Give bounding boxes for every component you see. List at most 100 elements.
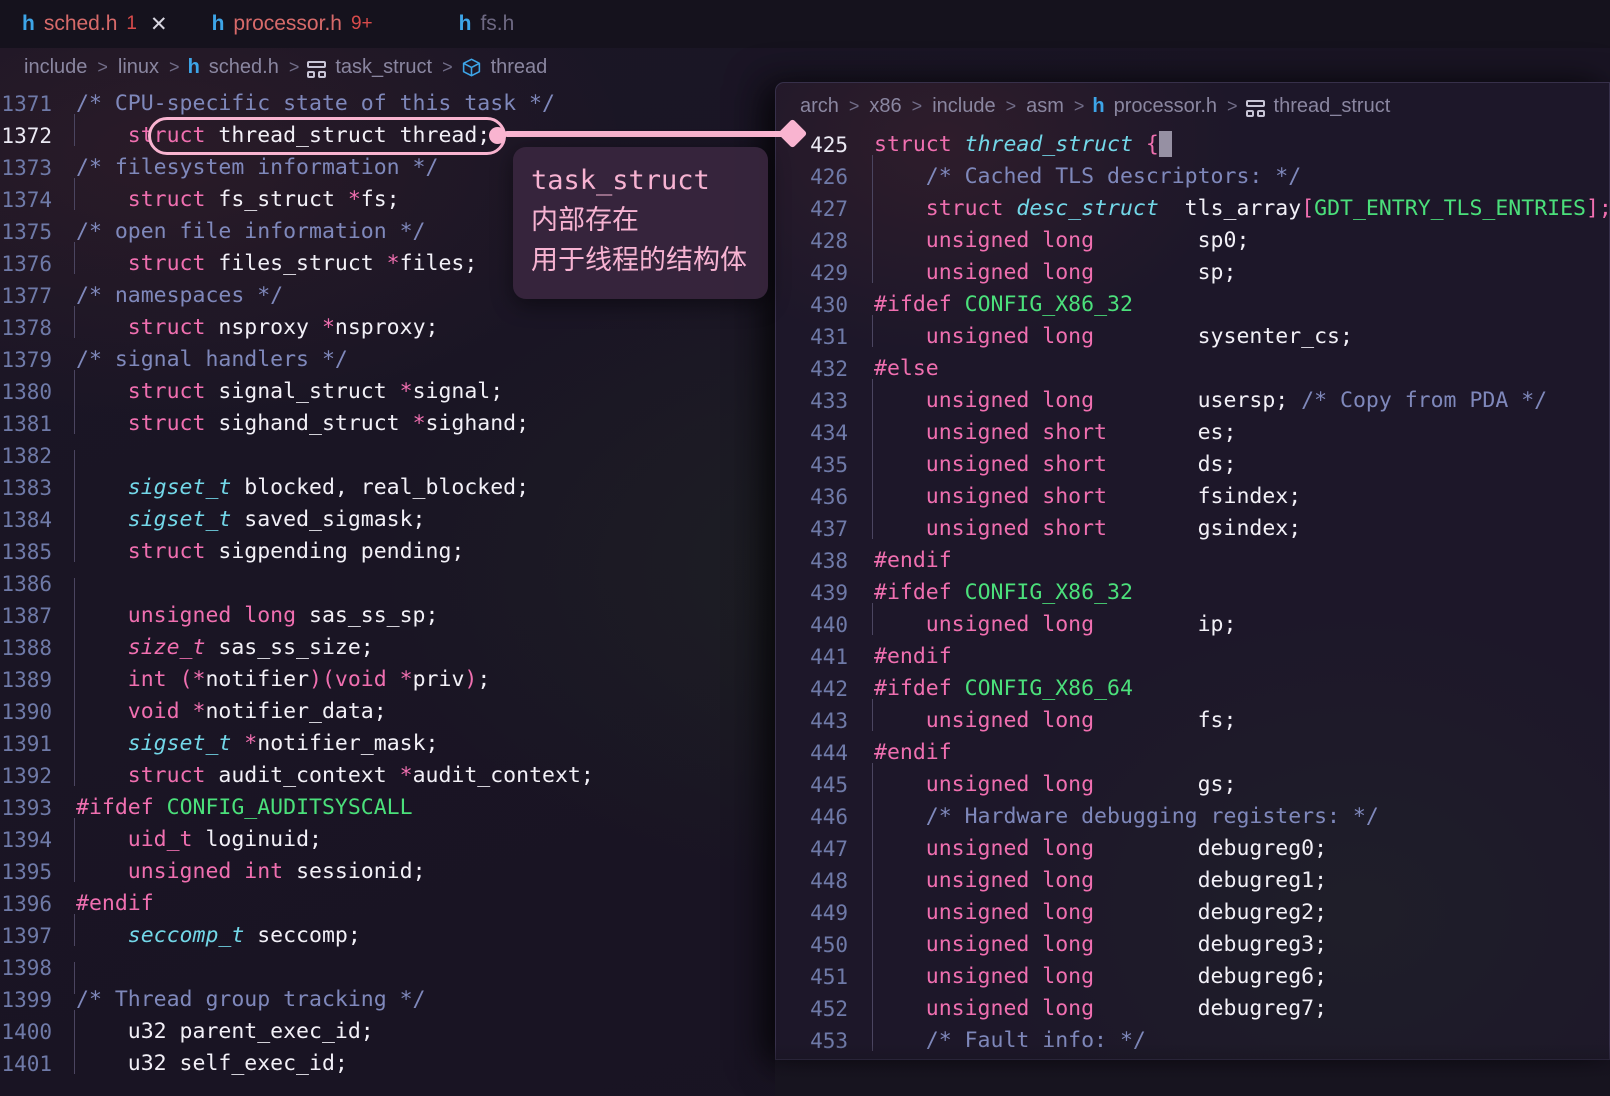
indent-guide <box>872 315 873 347</box>
code-line[interactable]: 1376 struct files_struct *files; <box>0 242 775 280</box>
code-line[interactable]: 446 /* Hardware debugging registers: */ <box>776 795 1609 833</box>
code-line[interactable]: 448 unsigned long debugreg1; <box>776 859 1609 897</box>
left-editor-pane[interactable]: 1371 /* CPU-specific state of this task *… <box>0 88 775 1096</box>
code-line[interactable]: 1389 int (*notifier)(void *priv); <box>0 658 775 696</box>
code-line[interactable]: 447 unsigned long debugreg0; <box>776 827 1609 865</box>
editor-window: h sched.h 1 ✕ h processor.h 9+ h fs.h 1371 /* CPU… <box>0 0 1610 1096</box>
indent-guide <box>872 187 873 219</box>
code-line[interactable]: 1385 struct sigpending pending; <box>0 530 775 568</box>
code-line[interactable]: 1375 /* open file information */ <box>0 216 775 248</box>
code-line[interactable]: 437 unsigned short gsindex; <box>776 507 1609 545</box>
tab-badge: 1 <box>126 13 137 34</box>
code-line[interactable]: 1391 sigset_t *notifier_mask; <box>0 722 775 760</box>
code-line[interactable]: 450 unsigned long debugreg3; <box>776 923 1609 961</box>
code-line[interactable]: 1398 <box>0 952 775 994</box>
breadcrumb-item[interactable]: asm <box>1024 95 1066 118</box>
breadcrumb-item[interactable]: linux <box>116 56 161 79</box>
code-line[interactable]: 1388 size_t sas_ss_size; <box>0 626 775 664</box>
breadcrumb-item[interactable]: sched.h <box>207 56 281 79</box>
code-line[interactable]: 443 unsigned long fs; <box>776 699 1609 737</box>
breadcrumb-left[interactable]: include > linux > h sched.h > task_struct > threa… <box>22 50 549 84</box>
code-line[interactable]: 426 /* Cached TLS descriptors: */ <box>776 155 1609 193</box>
line-content: #else <box>872 353 939 385</box>
code-line[interactable]: 441 #endif <box>776 641 1609 673</box>
code-line[interactable]: 442 #ifdef CONFIG_X86_64 <box>776 673 1609 705</box>
code-line[interactable]: 433 unsigned long usersp; /* Copy from P… <box>776 379 1609 417</box>
code-line[interactable]: 1390 void *notifier_data; <box>0 690 775 728</box>
code-line[interactable]: 435 unsigned short ds; <box>776 443 1609 481</box>
indent-guide <box>74 530 75 562</box>
token-k: unsigned long <box>925 900 1095 925</box>
token-k: unsigned short <box>925 516 1107 541</box>
code-line[interactable]: 1382 <box>0 440 775 482</box>
line-number: 442 <box>810 677 848 701</box>
token-pad <box>874 868 926 893</box>
code-line[interactable]: 439 #ifdef CONFIG_X86_32 <box>776 577 1609 609</box>
code-line[interactable]: 434 unsigned short es; <box>776 411 1609 449</box>
right-editor-overlay[interactable]: arch > x86 > include > asm > h processor.h > thread… <box>775 82 1610 1060</box>
code-line[interactable]: 1378 struct nsproxy *nsproxy; <box>0 306 775 344</box>
code-line[interactable]: 449 unsigned long debugreg2; <box>776 891 1609 929</box>
code-line[interactable]: 431 unsigned long sysenter_cs; <box>776 315 1609 353</box>
code-line[interactable]: 1397 seccomp_t seccomp; <box>0 914 775 952</box>
h-file-icon: h <box>187 55 200 78</box>
code-line[interactable]: 1392 struct audit_context *audit_context… <box>0 754 775 792</box>
code-line[interactable]: 1381 struct sighand_struct *sighand; <box>0 402 775 440</box>
code-line[interactable]: 1379 /* signal handlers */ <box>0 344 775 376</box>
code-line[interactable]: 1374 struct fs_struct *fs; <box>0 178 775 216</box>
code-line[interactable]: 1399 /* Thread group tracking */ <box>0 984 775 1016</box>
breadcrumb-item[interactable]: include <box>930 95 997 118</box>
token-pad <box>76 475 128 500</box>
close-icon[interactable]: ✕ <box>150 14 168 35</box>
code-line[interactable]: 1384 sigset_t saved_sigmask; <box>0 498 775 536</box>
code-line[interactable]: 1371 /* CPU-specific state of this task *… <box>0 88 775 120</box>
breadcrumb-item[interactable]: task_struct <box>333 56 434 79</box>
code-line[interactable]: 444 #endif <box>776 737 1609 769</box>
token-id: sp; <box>1094 260 1237 285</box>
code-line[interactable]: 1394 uid_t loginuid; <box>0 818 775 856</box>
breadcrumb-item[interactable]: x86 <box>867 95 903 118</box>
breadcrumb-item[interactable]: arch <box>798 95 841 118</box>
token-id <box>167 667 180 692</box>
code-line[interactable]: 451 unsigned long debugreg6; <box>776 955 1609 993</box>
token-id: nsproxy; <box>334 315 439 340</box>
code-line[interactable]: 438 #endif <box>776 545 1609 577</box>
code-line[interactable]: 1372 struct thread_struct thread; <box>0 114 775 152</box>
code-line[interactable]: 1373 /* filesystem information */ <box>0 152 775 184</box>
tab-sched-h[interactable]: h sched.h 1 ✕ <box>22 0 194 48</box>
code-line[interactable]: 1377 /* namespaces */ <box>0 280 775 312</box>
code-line[interactable]: 428 unsigned long sp0; <box>776 219 1609 257</box>
line-content: unsigned long sp0; <box>872 219 1249 257</box>
token-k: void <box>127 699 180 724</box>
code-line[interactable]: 440 unsigned long ip; <box>776 603 1609 641</box>
tab-fs-h[interactable]: h fs.h <box>459 0 541 48</box>
token-cm: /* CPU-specific state of this task */ <box>76 91 555 116</box>
breadcrumb-item[interactable]: thread <box>489 56 550 79</box>
code-line[interactable]: 1396 #endif <box>0 888 775 920</box>
breadcrumb-item[interactable]: thread_struct <box>1272 95 1393 118</box>
code-line[interactable]: 436 unsigned short fsindex; <box>776 475 1609 513</box>
code-line[interactable]: 1395 unsigned int sessionid; <box>0 850 775 888</box>
line-content: #ifdef CONFIG_X86_32 <box>872 577 1133 609</box>
token-pad <box>76 603 128 628</box>
code-line[interactable]: 430 #ifdef CONFIG_X86_32 <box>776 289 1609 321</box>
breadcrumb-right[interactable]: arch > x86 > include > asm > h processor.h > thread… <box>798 89 1392 123</box>
line-number: 1396 <box>1 892 52 916</box>
tab-processor-h[interactable]: h processor.h 9+ <box>212 0 399 48</box>
breadcrumb-item[interactable]: processor.h <box>1112 95 1219 118</box>
tab-bar: h sched.h 1 ✕ h processor.h 9+ h fs.h <box>0 0 1610 48</box>
code-line[interactable]: 427 struct desc_struct tls_array[GDT_ENT… <box>776 187 1609 225</box>
code-line[interactable]: 1393 #ifdef CONFIG_AUDITSYSCALL <box>0 792 775 824</box>
code-line[interactable]: 1401 u32 self_exec_id; <box>0 1042 775 1080</box>
code-line[interactable]: 1380 struct signal_struct *signal; <box>0 370 775 408</box>
code-line[interactable]: 425 struct thread_struct { <box>776 129 1609 161</box>
code-line[interactable]: 1383 sigset_t blocked, real_blocked; <box>0 466 775 504</box>
code-line[interactable]: 1400 u32 parent_exec_id; <box>0 1010 775 1048</box>
code-line[interactable]: 1387 unsigned long sas_ss_sp; <box>0 594 775 632</box>
code-line[interactable]: 1386 <box>0 568 775 610</box>
code-line[interactable]: 452 unsigned long debugreg7; <box>776 987 1609 1025</box>
code-line[interactable]: 429 unsigned long sp; <box>776 251 1609 289</box>
code-line[interactable]: 432 #else <box>776 353 1609 385</box>
breadcrumb-item[interactable]: include <box>22 56 89 79</box>
code-line[interactable]: 445 unsigned long gs; <box>776 763 1609 801</box>
